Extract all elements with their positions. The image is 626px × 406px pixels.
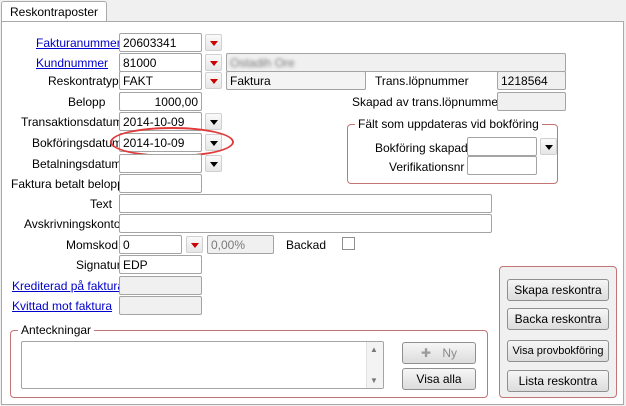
scroll-up-icon[interactable]: ▲ [370,345,378,354]
transaktionsdatum-label: Transaktionsdatum [21,115,123,129]
skapad-av-label: Skapad av trans.löpnummer [352,95,503,109]
tab-reskontraposter[interactable]: Reskontraposter [1,1,107,22]
fakturanummer-input[interactable]: 20603341 [119,33,202,52]
fakturanummer-dropdown[interactable] [205,34,222,51]
bokforing-skapad-label: Bokföring skapad [375,141,468,155]
betalningsdatum-label: Betalningsdatum [32,157,122,171]
verifikationsnr-input[interactable] [467,156,537,175]
skapa-reskontra-button[interactable]: Skapa reskontra [507,279,609,301]
ny-button[interactable]: ✚ Ny [402,342,476,364]
bokforing-skapad-dropdown[interactable] [540,138,557,155]
visa-alla-button[interactable]: Visa alla [402,368,476,390]
skapad-av-field [497,92,566,111]
transaktionsdatum-dropdown[interactable] [205,113,222,130]
krediterad-field [119,276,202,295]
ny-button-label: Ny [442,346,458,360]
kundnummer-input[interactable]: 81000 [119,53,202,72]
kvittad-link[interactable]: Kvittad mot faktura [12,299,112,313]
avskrivningskonto-input[interactable] [119,214,492,233]
signatur-input[interactable]: EDP [119,255,202,274]
kundnamn-field: Ostadih Ore [226,53,566,72]
text-label: Text [90,197,113,211]
highlight-circle [110,127,234,157]
faktura-betalt-label: Faktura betalt belopp [11,177,124,191]
lista-reskontra-button[interactable]: Lista reskontra [507,370,609,392]
plus-icon: ✚ [420,346,432,360]
signatur-label: Signatur [76,258,121,272]
bokforing-group-title: Fält som uppdateras vid bokföring [355,117,542,131]
bokforing-skapad-input[interactable] [467,137,537,156]
reskontratyp-dropdown[interactable] [205,72,222,89]
momskod-label: Momskod [66,238,119,252]
betalningsdatum-input[interactable] [119,154,202,173]
betalningsdatum-dropdown[interactable] [205,155,222,172]
bokforingsdatum-label: Bokföringsdatum [32,136,123,150]
belopp-input[interactable]: 1000,00 [119,92,202,111]
faktura-betalt-input[interactable] [119,174,202,193]
belopp-label: Belopp [68,95,106,109]
kundnamn-text: Ostadih Ore [230,56,295,70]
momskod-input[interactable]: 0 [119,235,182,254]
kvittad-field [119,296,202,315]
backad-checkbox[interactable] [342,237,355,250]
backad-label: Backad [286,238,327,252]
avskrivningskonto-label: Avskrivningskonto [24,217,121,231]
backa-reskontra-button[interactable]: Backa reskontra [507,308,609,330]
krediterad-link[interactable]: Krediterad på faktura [12,279,124,293]
scroll-down-icon[interactable]: ▼ [370,376,378,385]
text-input[interactable] [119,194,492,213]
momskod-dropdown[interactable] [186,236,203,253]
reskontratyp-label: Reskontratyp [48,74,119,88]
reskontratyp-input[interactable]: FAKT [119,71,202,90]
anteckningar-scrollbar[interactable]: ▲ ▼ [366,342,383,388]
verifikationsnr-label: Verifikationsnr [389,160,465,174]
anteckningar-group-title: Anteckningar [18,323,95,337]
fakturanummer-link[interactable]: Fakturanummer [36,36,121,50]
visa-provbokforing-button[interactable]: Visa provbokföring [507,340,609,362]
kundnummer-dropdown[interactable] [205,54,222,71]
trans-lopnummer-field: 1218564 [497,71,566,90]
kundnummer-link[interactable]: Kundnummer [36,56,108,70]
reskontratyp-description: Faktura [226,71,366,90]
momskod-percent-field: 0,00% [207,235,274,254]
anteckningar-list[interactable]: ▲ ▼ [21,341,384,389]
trans-lopnummer-label: Trans.löpnummer [375,74,469,88]
